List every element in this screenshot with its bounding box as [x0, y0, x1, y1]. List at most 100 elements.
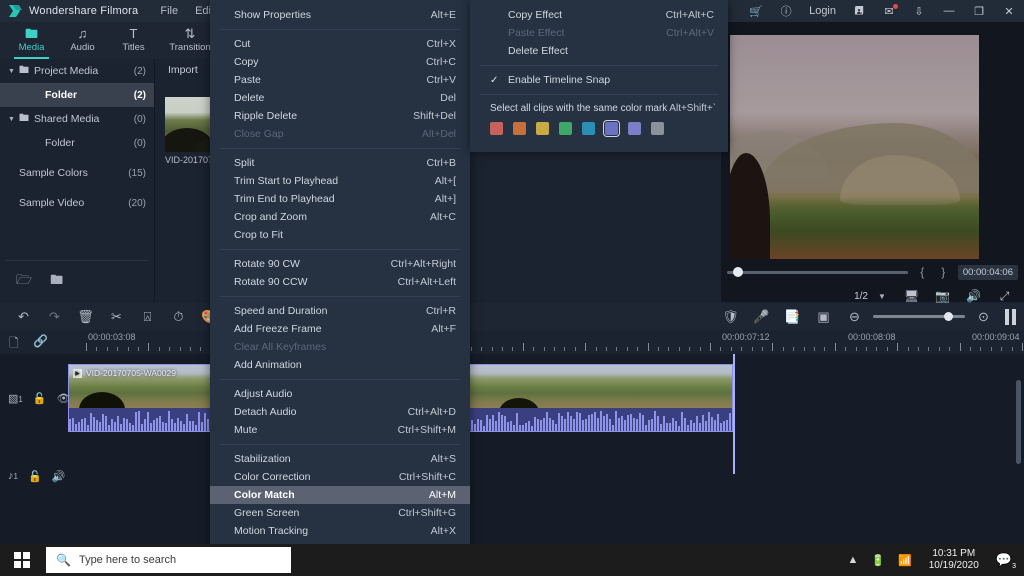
save-icon[interactable]: 🖪: [844, 0, 874, 22]
preview-scrubber[interactable]: [727, 271, 908, 274]
caret-down-icon[interactable]: ▼: [8, 68, 19, 75]
menu-item-crop-and-zoom[interactable]: Crop and ZoomAlt+C: [210, 208, 470, 226]
tab-media[interactable]: 🖿 Media: [6, 22, 57, 59]
menu-item-rotate-90-cw[interactable]: Rotate 90 CWCtrl+Alt+Right: [210, 255, 470, 273]
split-screen-icon[interactable]: ▣: [808, 303, 839, 330]
redo-icon[interactable]: ↷: [39, 303, 70, 330]
zoom-in-icon[interactable]: ⊙: [968, 303, 999, 330]
split-scissors-icon[interactable]: ✂: [101, 303, 132, 330]
tab-audio[interactable]: ♫ Audio: [57, 22, 108, 59]
submenu-item-delete-effect[interactable]: Delete Effect: [470, 42, 728, 60]
menu-file[interactable]: File: [160, 5, 178, 17]
close-icon[interactable]: ✕: [994, 0, 1024, 22]
menu-item-motion-tracking[interactable]: Motion TrackingAlt+X: [210, 522, 470, 540]
menu-item-trim-start-to-playhead[interactable]: Trim Start to PlayheadAlt+[: [210, 172, 470, 190]
speaker-icon[interactable]: 🔊: [52, 470, 66, 483]
cart-icon[interactable]: 🛒: [741, 0, 771, 22]
menu-item-color-correction[interactable]: Color CorrectionCtrl+Shift+C: [210, 468, 470, 486]
delete-icon[interactable]: 🗑: [70, 303, 101, 330]
menu-item-delete[interactable]: DeleteDel: [210, 89, 470, 107]
taskbar-clock[interactable]: 10:31 PM 10/19/2020: [925, 548, 983, 572]
tree-item-folder-selected[interactable]: Folder (2): [0, 83, 154, 107]
color-swatch-4[interactable]: [582, 122, 595, 135]
video-preview[interactable]: [730, 35, 979, 259]
menu-item-color-match[interactable]: Color MatchAlt+M: [210, 486, 470, 504]
shield-icon[interactable]: 🛡: [715, 303, 746, 330]
menu-item-green-screen[interactable]: Green ScreenCtrl+Shift+G: [210, 504, 470, 522]
notifications-icon[interactable]: 💬3: [996, 552, 1018, 568]
minimize-icon[interactable]: —: [934, 0, 964, 22]
taskbar-search-box[interactable]: 🔍 Type here to search: [46, 547, 291, 573]
mark-out-button[interactable]: }: [937, 265, 950, 279]
chevron-down-icon[interactable]: ▼: [868, 292, 896, 301]
microphone-icon[interactable]: 🎤: [746, 303, 777, 330]
menu-item-rotate-90-ccw[interactable]: Rotate 90 CCWCtrl+Alt+Left: [210, 273, 470, 291]
menu-item-split[interactable]: SplitCtrl+B: [210, 154, 470, 172]
mail-icon[interactable]: ✉: [874, 0, 904, 22]
battery-icon[interactable]: 🔋: [871, 554, 885, 567]
menu-item-paste[interactable]: PasteCtrl+V: [210, 71, 470, 89]
menu-item-ripple-delete[interactable]: Ripple DeleteShift+Del: [210, 107, 470, 125]
ruler-tick: [190, 347, 191, 351]
submenu-item-copy-effect[interactable]: Copy EffectCtrl+Alt+C: [470, 6, 728, 24]
pause-icon[interactable]: [1005, 309, 1016, 325]
undo-icon[interactable]: ↶: [8, 303, 39, 330]
mark-in-button[interactable]: {: [916, 265, 929, 279]
tree-item-sample-video[interactable]: Sample Video (20): [0, 191, 154, 215]
submenu-item-enable-timeline-snap[interactable]: ✓Enable Timeline Snap: [470, 71, 728, 89]
color-swatch-3[interactable]: [559, 122, 572, 135]
menu-item-detach-audio[interactable]: Detach AudioCtrl+Alt+D: [210, 403, 470, 421]
color-swatch-7[interactable]: [651, 122, 664, 135]
menu-item-speed-and-duration[interactable]: Speed and DurationCtrl+R: [210, 302, 470, 320]
menu-item-add-animation[interactable]: Add Animation: [210, 356, 470, 374]
download-icon[interactable]: ⇩: [904, 0, 934, 22]
login-button[interactable]: Login: [801, 0, 844, 22]
new-folder-icon[interactable]: 🗁: [16, 271, 32, 293]
caret-down-icon[interactable]: ▼: [8, 116, 19, 123]
marker-icon[interactable]: 📑: [777, 303, 808, 330]
preview-ratio-value[interactable]: 1/2: [838, 291, 868, 302]
ruler-tick: [564, 347, 565, 351]
effect-submenu[interactable]: Copy EffectCtrl+Alt+CPaste EffectCtrl+Al…: [470, 0, 728, 152]
menu-item-copy[interactable]: CopyCtrl+C: [210, 53, 470, 71]
timeline-scrollbar[interactable]: [1016, 380, 1021, 464]
restore-icon[interactable]: ❐: [964, 0, 994, 22]
menu-item-cut[interactable]: CutCtrl+X: [210, 35, 470, 53]
import-button[interactable]: Import: [168, 64, 198, 76]
scrubber-knob[interactable]: [733, 267, 743, 277]
color-swatch-2[interactable]: [536, 122, 549, 135]
color-swatch-0[interactable]: [490, 122, 503, 135]
menu-item-crop-to-fit[interactable]: Crop to Fit: [210, 226, 470, 244]
menu-item-adjust-audio[interactable]: Adjust Audio: [210, 385, 470, 403]
timeline-ruler[interactable]: 🗋 🔗 00:00:03:08 00:00:07:12 00:00:08:08 …: [0, 330, 1024, 354]
tree-item-folder[interactable]: Folder (0): [0, 131, 154, 155]
menu-item-stabilization[interactable]: StabilizationAlt+S: [210, 450, 470, 468]
clip-context-menu[interactable]: Show PropertiesAlt+E CutCtrl+XCopyCtrl+CP…: [210, 0, 470, 567]
waveform-bar: [135, 412, 137, 431]
color-swatch-5[interactable]: [605, 122, 618, 135]
chevron-up-icon[interactable]: ▲: [847, 554, 858, 566]
wifi-icon[interactable]: 📶: [898, 554, 912, 567]
menu-item-trim-end-to-playhead[interactable]: Trim End to PlayheadAlt+]: [210, 190, 470, 208]
zoom-out-icon[interactable]: ⊖: [839, 303, 870, 330]
menu-item-add-freeze-frame[interactable]: Add Freeze FrameAlt+F: [210, 320, 470, 338]
timeline-zoom-slider[interactable]: [873, 315, 965, 318]
speed-icon[interactable]: ⏱: [163, 303, 194, 330]
tree-item-shared-media[interactable]: ▼ 🖿 Shared Media (0): [0, 107, 154, 131]
help-circle-icon[interactable]: ⓘ: [771, 0, 801, 22]
menu-item-mute[interactable]: MuteCtrl+Shift+M: [210, 421, 470, 439]
crop-icon[interactable]: ⍓: [132, 303, 163, 330]
menu-item-shortcut: Alt+E: [431, 9, 456, 21]
color-swatch-6[interactable]: [628, 122, 641, 135]
open-folder-icon[interactable]: 🖿: [50, 271, 63, 293]
lock-icon[interactable]: 🔓: [28, 470, 42, 483]
menu-item-show-properties[interactable]: Show PropertiesAlt+E: [210, 6, 470, 24]
zoom-slider-knob[interactable]: [944, 312, 953, 321]
tab-titles[interactable]: T Titles: [108, 22, 159, 59]
timeline-playhead[interactable]: [733, 354, 735, 474]
lock-icon[interactable]: 🔓: [33, 392, 47, 405]
color-swatch-1[interactable]: [513, 122, 526, 135]
tree-item-sample-colors[interactable]: Sample Colors (15): [0, 161, 154, 185]
windows-start-icon[interactable]: [0, 544, 44, 576]
tree-item-project-media[interactable]: ▼ 🖿 Project Media (2): [0, 59, 154, 83]
